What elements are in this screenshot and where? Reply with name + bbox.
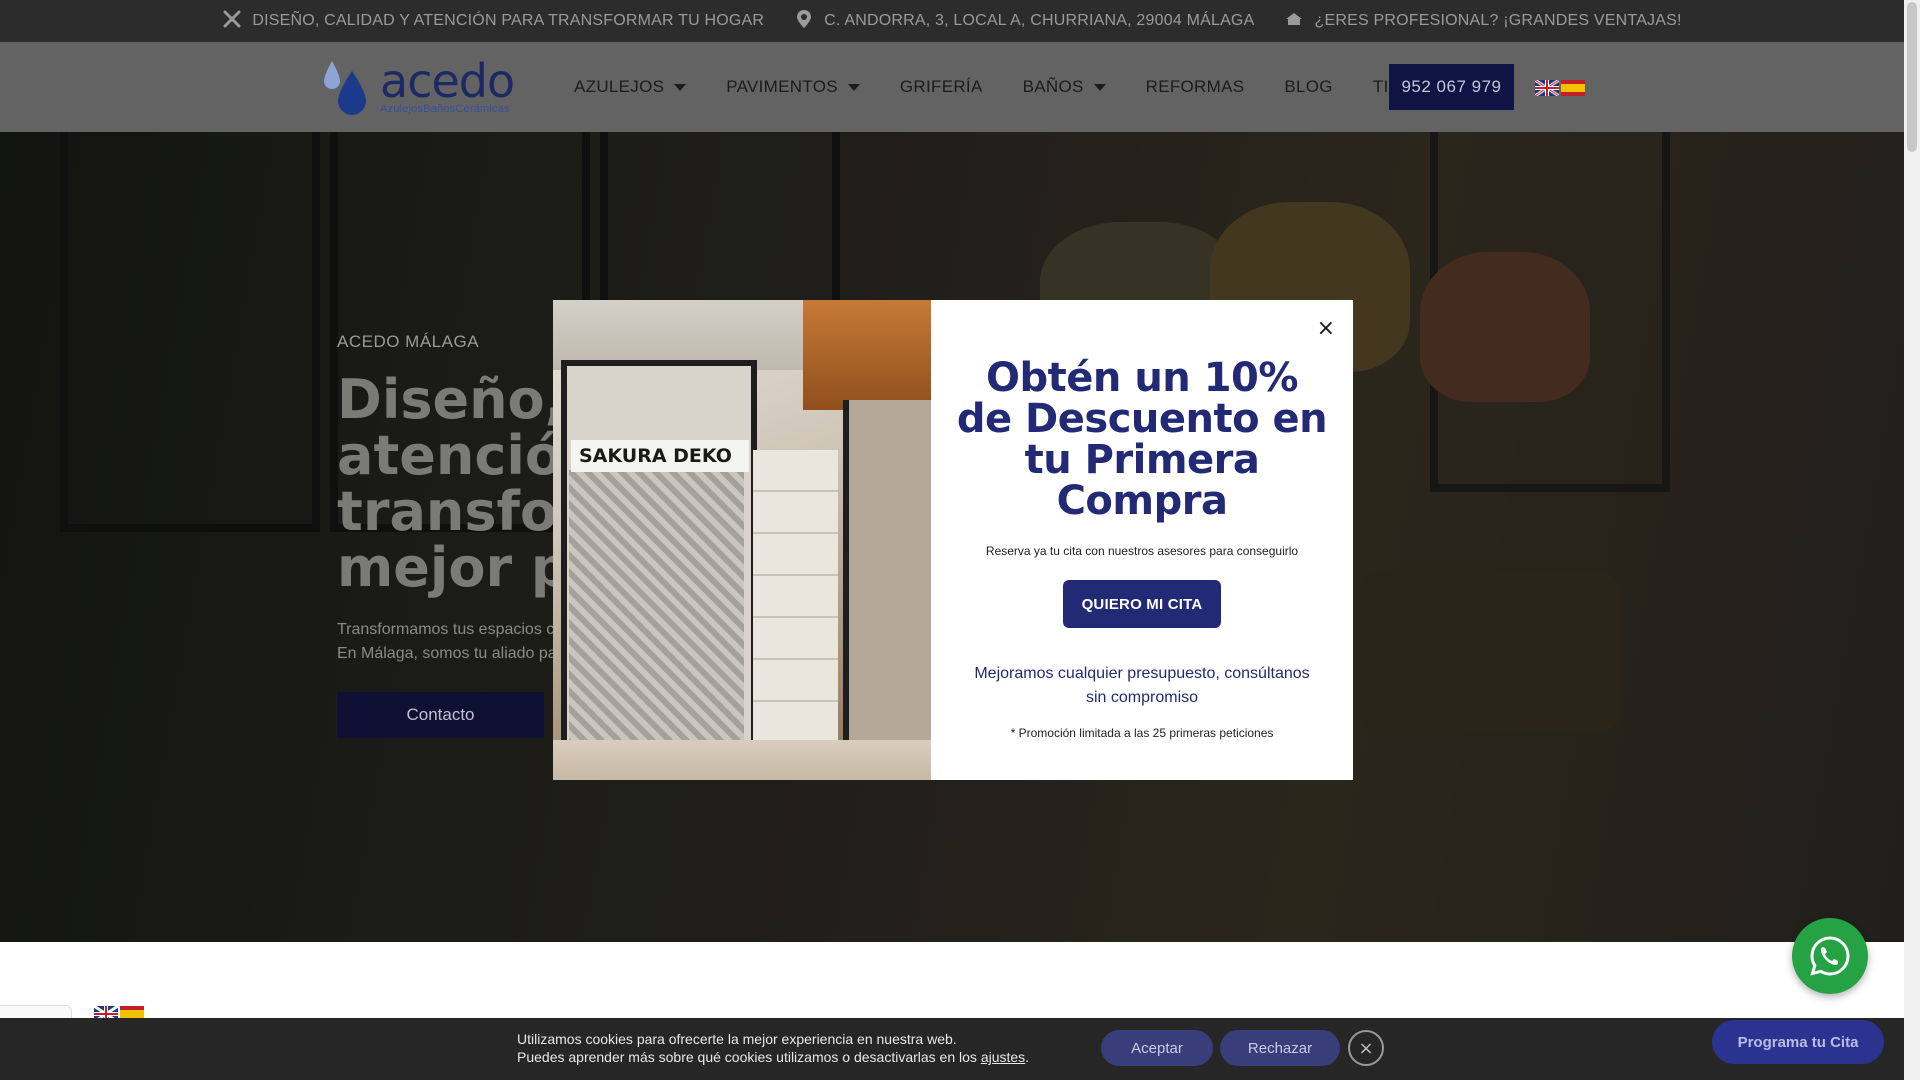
site-header: acedo AzulejosBañosCerámicas AZULEJOS PA… (0, 42, 1904, 132)
nav-item-griferia[interactable]: GRIFERÍA (900, 77, 983, 97)
page-scrollbar[interactable] (1904, 0, 1920, 1080)
photo-cabinet (843, 400, 931, 760)
discount-popup: SAKURA DEKO × Obtén un 10% de Descuento … (553, 300, 1353, 780)
building-icon (1284, 9, 1304, 34)
logo-wordmark: acedo (380, 54, 515, 108)
whatsapp-button[interactable] (1792, 918, 1868, 994)
main-nav: AZULEJOS PAVIMENTOS GRIFERÍA BAÑOS REFOR… (574, 42, 1437, 132)
popup-close-icon[interactable]: × (1317, 316, 1335, 341)
photo-floor (553, 740, 931, 780)
topbar-item-professional[interactable]: ¿ERES PROFESIONAL? ¡GRANDES VENTAJAS! (1284, 9, 1681, 34)
cookie-line-1: Utilizamos cookies para ofrecerte la mej… (517, 1031, 957, 1047)
nav-label: BAÑOS (1022, 77, 1084, 96)
en-flag-icon[interactable] (1535, 80, 1559, 96)
contact-button[interactable]: Contacto (337, 692, 544, 738)
map-pin-icon (794, 9, 814, 34)
top-info-bar: DISEÑO, CALIDAD Y ATENCIÓN PARA TRANSFOR… (0, 0, 1904, 42)
topbar-item-address[interactable]: C. ANDORRA, 3, LOCAL A, CHURRIANA, 29004… (794, 9, 1254, 34)
accept-cookies-button[interactable]: Aceptar (1101, 1030, 1213, 1066)
reject-cookies-button[interactable]: Rechazar (1220, 1030, 1340, 1066)
nav-item-azulejos[interactable]: AZULEJOS (574, 77, 687, 97)
photo-product-label: SAKURA DEKO (571, 440, 749, 472)
logo-tagline: AzulejosBañosCerámicas (380, 103, 510, 115)
cookie-line-2: Puedes aprender más sobre qué cookies ut… (517, 1048, 1029, 1066)
tools-icon (222, 9, 242, 34)
caret-down-icon (674, 83, 687, 91)
topbar-tagline-text: DISEÑO, CALIDAD Y ATENCIÓN PARA TRANSFOR… (252, 12, 765, 29)
popup-content: × Obtén un 10% de Descuento en tu Primer… (931, 300, 1353, 780)
cookie-settings-link[interactable]: ajustes (981, 1049, 1025, 1065)
nav-item-blog[interactable]: BLOG (1284, 77, 1332, 97)
nav-label: GRIFERÍA (899, 77, 983, 96)
photo-leaf-tile (569, 470, 744, 780)
site-logo[interactable]: acedo AzulejosBañosCerámicas (320, 56, 530, 118)
nav-label: REFORMAS (1145, 77, 1245, 96)
cookie-banner: Utilizamos cookies para ofrecerte la mej… (0, 1018, 1904, 1080)
cookie-close-icon[interactable]: × (1348, 1030, 1384, 1066)
topbar-address-text: C. ANDORRA, 3, LOCAL A, CHURRIANA, 29004… (824, 12, 1255, 29)
nav-item-reformas[interactable]: REFORMAS (1146, 77, 1245, 97)
popup-title: Obtén un 10% de Descuento en tu Primera … (956, 355, 1328, 524)
es-flag-icon[interactable] (1561, 80, 1585, 96)
scrollbar-thumb[interactable] (1907, 2, 1917, 152)
popup-note: * Promoción limitada a las 25 primeras p… (1010, 726, 1274, 740)
cookie-line-2-end: . (1025, 1049, 1030, 1065)
nav-label: PAVIMENTOS (726, 77, 838, 96)
nav-label: BLOG (1284, 77, 1333, 96)
photo-tile-samples (753, 450, 838, 770)
nav-item-pavimentos[interactable]: PAVIMENTOS (726, 77, 860, 97)
nav-label: AZULEJOS (574, 77, 665, 96)
book-appointment-button[interactable]: QUIERO MI CITA (1063, 580, 1221, 628)
popup-subtitle: Reserva ya tu cita con nuestros asesores… (985, 544, 1299, 558)
nav-item-banos[interactable]: BAÑOS (1023, 77, 1106, 97)
showroom-photo: SAKURA DEKO (553, 300, 931, 780)
whatsapp-icon (1810, 936, 1850, 976)
water-drops-icon (324, 61, 366, 115)
caret-down-icon (847, 83, 860, 91)
cookie-message: Utilizamos cookies para ofrecerte la mej… (517, 1030, 1029, 1066)
photo-wood-panel (803, 300, 931, 410)
topbar-professional-text: ¿ERES PROFESIONAL? ¡GRANDES VENTAJAS! (1314, 12, 1682, 29)
caret-down-icon (1093, 83, 1106, 91)
popup-promo-text: Mejoramos cualquier presupuesto, consúlt… (974, 665, 1310, 706)
schedule-appointment-button[interactable]: Programa tu Cita (1712, 1020, 1884, 1064)
language-switcher (1535, 80, 1585, 96)
topbar-item-tagline: DISEÑO, CALIDAD Y ATENCIÓN PARA TRANSFOR… (222, 9, 764, 34)
phone-button[interactable]: 952 067 979 (1389, 64, 1514, 110)
cookie-line-2-text: Puedes aprender más sobre qué cookies ut… (517, 1049, 981, 1065)
